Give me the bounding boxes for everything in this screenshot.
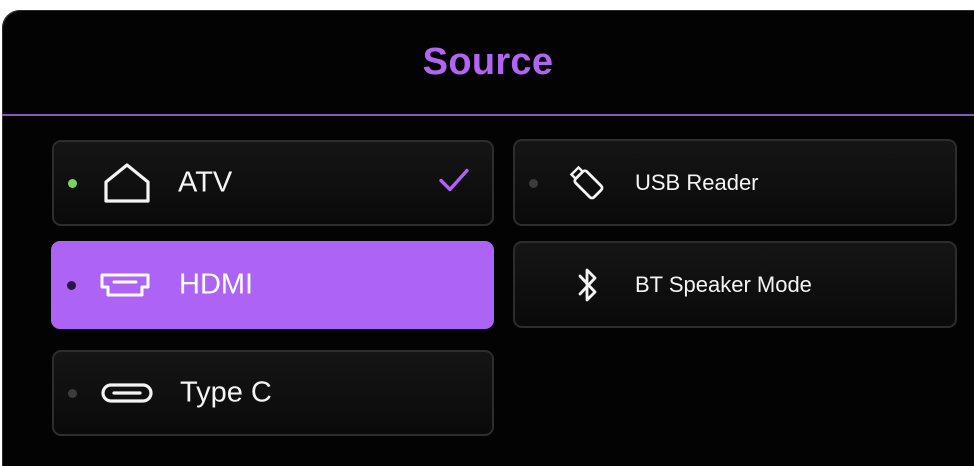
hdmi-icon [99, 272, 151, 298]
check-icon [438, 168, 470, 199]
source-item-label: BT Speaker Mode [635, 271, 812, 297]
usb-c-icon [100, 382, 154, 404]
source-panel: Source ATV HDMI Type C USB Reader BT Spe… [2, 10, 974, 466]
usb-stick-icon [569, 165, 605, 201]
source-item-bt-speaker-mode[interactable]: BT Speaker Mode [513, 241, 957, 328]
status-dot [68, 389, 77, 398]
active-status-dot [68, 179, 77, 188]
title-divider [2, 114, 974, 116]
status-dot [529, 178, 538, 188]
source-item-label: USB Reader [635, 169, 759, 195]
source-item-type-c[interactable]: Type C [52, 350, 494, 436]
page-title: Source [422, 40, 554, 83]
bluetooth-icon [577, 266, 599, 304]
source-item-label: ATV [178, 166, 233, 199]
source-item-usb-reader[interactable]: USB Reader [513, 139, 957, 226]
source-item-atv[interactable]: ATV [52, 140, 494, 226]
home-icon [102, 161, 152, 205]
source-item-hdmi[interactable]: HDMI [51, 241, 494, 329]
source-item-label: HDMI [179, 268, 254, 301]
source-item-label: Type C [180, 376, 272, 409]
status-dot [67, 281, 76, 290]
